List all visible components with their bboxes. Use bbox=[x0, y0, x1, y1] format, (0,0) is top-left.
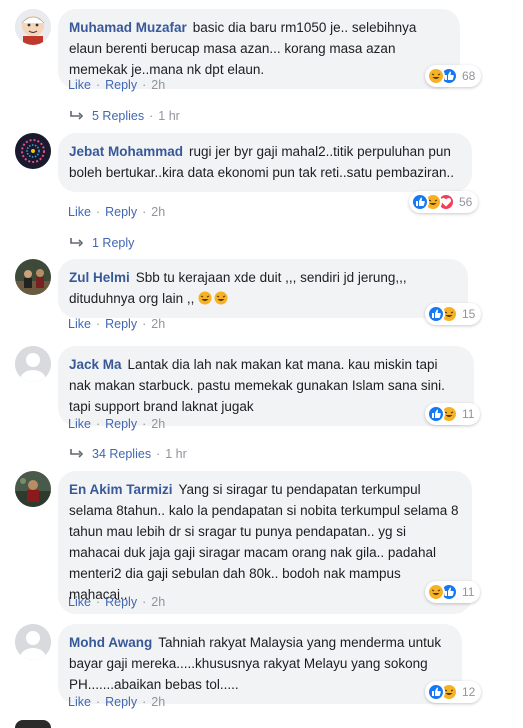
photo-avatar-2-image bbox=[15, 471, 51, 507]
rofl-emoji-icon bbox=[198, 291, 212, 305]
comment-time[interactable]: 2h bbox=[151, 417, 165, 431]
view-replies[interactable]: 5 Replies · 1 hr bbox=[70, 108, 180, 124]
comment-author[interactable]: Muhamad Muzafar bbox=[69, 20, 187, 35]
separator-dot: · bbox=[142, 205, 147, 219]
comment-time[interactable]: 2h bbox=[151, 317, 165, 331]
separator-dot: · bbox=[142, 417, 147, 431]
comment-actions: Like · Reply · 2h bbox=[68, 594, 165, 610]
replies-count[interactable]: 5 Replies bbox=[92, 108, 144, 124]
reaction-summary[interactable]: 11 bbox=[425, 581, 481, 603]
reply-link[interactable]: Reply bbox=[105, 695, 137, 709]
like-link[interactable]: Like bbox=[68, 78, 91, 92]
like-link[interactable]: Like bbox=[68, 417, 91, 431]
haha-reaction-icon bbox=[427, 67, 445, 85]
rofl-emoji-icon bbox=[214, 291, 228, 305]
reply-link[interactable]: Reply bbox=[105, 317, 137, 331]
view-replies[interactable]: 1 Reply bbox=[70, 235, 134, 251]
default-avatar-image bbox=[15, 346, 51, 382]
like-link[interactable]: Like bbox=[68, 205, 91, 219]
replies-time: 1 hr bbox=[165, 447, 187, 461]
avatar[interactable] bbox=[15, 9, 51, 45]
comment-actions: Like · Reply · 2h bbox=[68, 316, 165, 332]
avatar[interactable] bbox=[15, 259, 51, 295]
reaction-count: 56 bbox=[459, 195, 473, 209]
comment-author[interactable]: En Akim Tarmizi bbox=[69, 482, 173, 497]
comment-bubble: Jack Ma Lantak dia lah nak makan kat mana… bbox=[58, 346, 474, 426]
separator-dot: · bbox=[95, 317, 101, 331]
reaction-summary[interactable]: 56 bbox=[409, 191, 479, 213]
like-link[interactable]: Like bbox=[68, 317, 91, 331]
comment-time[interactable]: 2h bbox=[151, 205, 165, 219]
separator-dot: · bbox=[156, 447, 161, 461]
comment-author[interactable]: Mohd Awang bbox=[69, 635, 152, 650]
replies-count[interactable]: 1 Reply bbox=[92, 235, 134, 251]
comment-bubble: Zul Helmi Sbb tu kerajaan xde duit ,,, se… bbox=[58, 259, 468, 318]
replies-count[interactable]: 34 Replies bbox=[92, 446, 151, 462]
view-replies[interactable]: 34 Replies · 1 hr bbox=[70, 446, 187, 462]
comment-time[interactable]: 2h bbox=[151, 695, 165, 709]
reaction-count: 12 bbox=[462, 685, 476, 699]
comment-time[interactable]: 2h bbox=[151, 595, 165, 609]
comment-actions: Like · Reply · 2h bbox=[68, 204, 165, 220]
reply-link[interactable]: Reply bbox=[105, 595, 137, 609]
avatar[interactable] bbox=[15, 133, 51, 169]
avatar[interactable] bbox=[15, 346, 51, 382]
reply-link[interactable]: Reply bbox=[105, 205, 137, 219]
separator-dot: · bbox=[95, 417, 101, 431]
separator-dot: · bbox=[95, 78, 101, 92]
separator-dot: · bbox=[95, 205, 101, 219]
separator-dot: · bbox=[95, 695, 101, 709]
reaction-count: 15 bbox=[462, 307, 476, 321]
cartoon-avatar-image bbox=[15, 9, 51, 45]
comment-actions: Like · Reply · 2h bbox=[68, 416, 165, 432]
default-avatar-image bbox=[15, 624, 51, 660]
avatar[interactable] bbox=[15, 471, 51, 507]
comment-bubble: Mohd Awang Tahniah rakyat Malaysia yang m… bbox=[58, 624, 462, 704]
comment-text: Yang si siragar tu pendapatan terkumpul … bbox=[69, 482, 459, 602]
separator-dot: · bbox=[142, 317, 147, 331]
avatar[interactable] bbox=[15, 720, 51, 728]
comment-author[interactable]: Jebat Mohammad bbox=[69, 144, 183, 159]
like-reaction-icon bbox=[427, 405, 445, 423]
reply-link[interactable]: Reply bbox=[105, 78, 137, 92]
separator-dot: · bbox=[149, 109, 154, 123]
comment-author[interactable]: Jack Ma bbox=[69, 357, 122, 372]
separator-dot: · bbox=[95, 595, 101, 609]
comment-actions: Like · Reply · 2h bbox=[68, 694, 165, 710]
like-reaction-icon bbox=[427, 305, 445, 323]
reaction-summary[interactable]: 68 bbox=[425, 65, 482, 87]
photo-avatar-image bbox=[15, 259, 51, 295]
reaction-summary[interactable]: 11 bbox=[425, 403, 481, 425]
dark-avatar-image bbox=[15, 720, 51, 728]
comment-author[interactable]: Zul Helmi bbox=[69, 270, 130, 285]
like-reaction-icon bbox=[427, 683, 445, 701]
haha-reaction-icon bbox=[427, 583, 445, 601]
comment-actions: Like · Reply · 2h bbox=[68, 77, 165, 93]
like-link[interactable]: Like bbox=[68, 595, 91, 609]
dark-circle-avatar-image bbox=[15, 133, 51, 169]
avatar[interactable] bbox=[15, 624, 51, 660]
reaction-count: 11 bbox=[462, 585, 475, 599]
reaction-summary[interactable]: 15 bbox=[425, 303, 482, 325]
reaction-summary[interactable]: 12 bbox=[425, 681, 482, 703]
like-reaction-icon bbox=[411, 193, 429, 211]
reaction-count: 11 bbox=[462, 407, 475, 421]
reaction-count: 68 bbox=[462, 69, 476, 83]
comment-bubble: Jebat Mohammad rugi jer byr gaji mahal2..… bbox=[58, 133, 472, 192]
comment-time[interactable]: 2h bbox=[151, 78, 165, 92]
separator-dot: · bbox=[142, 78, 147, 92]
like-link[interactable]: Like bbox=[68, 695, 91, 709]
replies-time: 1 hr bbox=[158, 109, 180, 123]
comment-text: Lantak dia lah nak makan kat mana. kau m… bbox=[69, 357, 445, 414]
reply-arrow-icon bbox=[70, 238, 84, 247]
separator-dot: · bbox=[142, 695, 147, 709]
comment-bubble: En Akim Tarmizi Yang si siragar tu pendap… bbox=[58, 471, 472, 614]
reply-arrow-icon bbox=[70, 111, 84, 120]
reply-arrow-icon bbox=[70, 449, 84, 458]
reply-link[interactable]: Reply bbox=[105, 417, 137, 431]
separator-dot: · bbox=[142, 595, 147, 609]
